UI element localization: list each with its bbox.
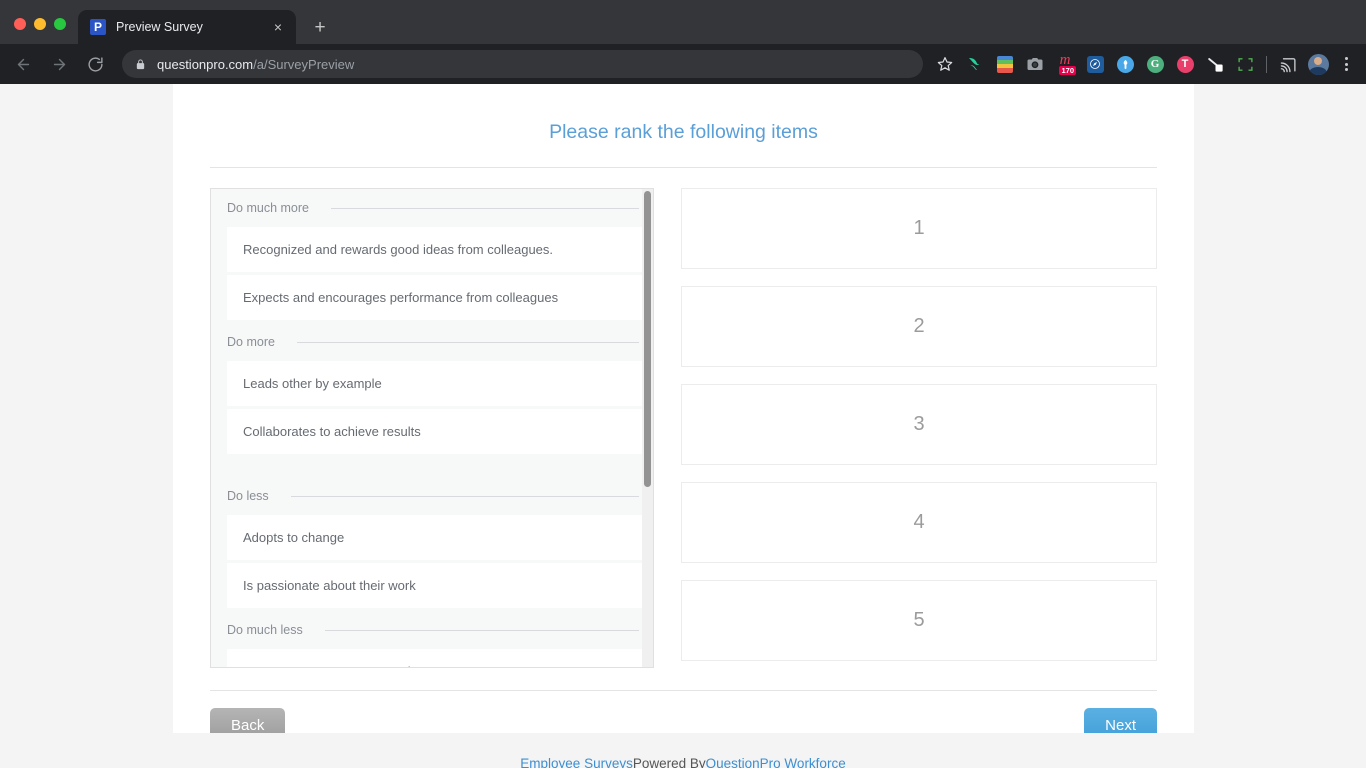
url-text: questionpro.com/a/SurveyPreview: [157, 57, 913, 72]
group-divider: [324, 629, 639, 631]
site-security-lock-icon: [135, 58, 146, 71]
list-item[interactable]: Leads other by example: [227, 361, 645, 406]
new-tab-button[interactable]: +: [306, 13, 334, 41]
group-divider: [290, 495, 639, 497]
pen-annotation-icon[interactable]: [1201, 50, 1229, 78]
books-extension-icon[interactable]: [991, 50, 1019, 78]
bookmark-star-icon[interactable]: [931, 50, 959, 78]
footer-link-employee-surveys[interactable]: Employee Surveys: [520, 756, 633, 768]
rank-slot-5[interactable]: 5: [681, 580, 1157, 661]
minimize-window-button[interactable]: [34, 18, 46, 30]
capture-region-icon[interactable]: [1231, 50, 1259, 78]
back-navigation-icon[interactable]: [8, 49, 38, 79]
rank-slot-1[interactable]: 1: [681, 188, 1157, 269]
rank-slot-2[interactable]: 2: [681, 286, 1157, 367]
toolbar-divider: [1266, 55, 1267, 73]
tab-title: Preview Survey: [116, 20, 203, 34]
evernote-extension-icon[interactable]: [1111, 50, 1139, 78]
url-host: questionpro.com: [157, 56, 254, 72]
group-header: Do less: [211, 457, 653, 512]
forward-navigation-icon[interactable]: [44, 49, 74, 79]
list-item[interactable]: Collaborates to achieve results: [227, 409, 645, 454]
todoist-extension-icon[interactable]: T: [1171, 50, 1199, 78]
extensions-toolbar: m 170 G T: [931, 50, 1358, 78]
grammarly-extension-icon[interactable]: G: [1141, 50, 1169, 78]
page-viewport: Please rank the following items Do much …: [0, 84, 1366, 768]
group-label: Do more: [227, 335, 275, 349]
group-label: Do much less: [227, 623, 303, 637]
footer-link-questionpro-workforce[interactable]: QuestionPro Workforce: [706, 756, 846, 768]
browser-tab[interactable]: P Preview Survey ×: [78, 10, 296, 44]
ranking-area: Do much more Recognized and rewards good…: [210, 188, 1157, 668]
momentum-extension-icon[interactable]: m 170: [1051, 50, 1079, 78]
list-item[interactable]: Adopts to change: [227, 515, 645, 560]
footer-powered-by-text: Powered By: [632, 755, 706, 768]
group-divider: [330, 207, 639, 209]
list-scrollbar[interactable]: [642, 189, 653, 667]
survey-card: Please rank the following items Do much …: [173, 84, 1194, 743]
list-item[interactable]: Focuses on proccess execution: [227, 649, 645, 667]
bottom-divider: [210, 690, 1157, 691]
group-divider: [296, 341, 639, 343]
group-header: Do much less: [211, 611, 653, 646]
rank-slot-3[interactable]: 3: [681, 384, 1157, 465]
screenshot-camera-icon[interactable]: [1021, 50, 1049, 78]
browser-window: P Preview Survey × + questionpro.com/a/S…: [0, 0, 1366, 768]
chrome-menu-icon[interactable]: [1334, 52, 1358, 76]
reload-icon[interactable]: [80, 49, 110, 79]
rank-slot-4[interactable]: 4: [681, 482, 1157, 563]
browser-toolbar: questionpro.com/a/SurveyPreview m 170 G …: [0, 44, 1366, 84]
ranking-drop-zones: 1 2 3 4 5: [681, 188, 1157, 668]
compass-extension-icon[interactable]: [1081, 50, 1109, 78]
close-window-button[interactable]: [14, 18, 26, 30]
tab-favicon-icon: P: [90, 19, 106, 35]
list-item[interactable]: Expects and encourages performance from …: [227, 275, 645, 320]
close-tab-icon[interactable]: ×: [269, 18, 287, 36]
tab-strip: P Preview Survey × +: [0, 0, 1366, 44]
address-bar[interactable]: questionpro.com/a/SurveyPreview: [122, 50, 923, 78]
title-divider: [210, 167, 1157, 168]
list-scrollbar-thumb[interactable]: [644, 191, 651, 487]
page-footer: Employee Surveys Powered By QuestionPro …: [0, 733, 1366, 768]
group-header: Do more: [211, 323, 653, 358]
ranking-source-list-content: Do much more Recognized and rewards good…: [211, 189, 653, 667]
momentum-badge-count: 170: [1059, 66, 1076, 75]
profile-avatar[interactable]: [1304, 50, 1332, 78]
group-label: Do much more: [227, 201, 309, 215]
cast-icon[interactable]: [1274, 50, 1302, 78]
window-traffic-lights: [0, 18, 78, 44]
dashlane-extension-icon[interactable]: [961, 50, 989, 78]
list-item[interactable]: Recognized and rewards good ideas from c…: [227, 227, 645, 272]
group-label: Do less: [227, 489, 269, 503]
group-header: Do much more: [211, 189, 653, 224]
ranking-source-list[interactable]: Do much more Recognized and rewards good…: [210, 188, 654, 668]
page-title: Please rank the following items: [549, 121, 818, 143]
maximize-window-button[interactable]: [54, 18, 66, 30]
url-path: /a/SurveyPreview: [253, 56, 355, 72]
list-item[interactable]: Is passionate about their work: [227, 563, 645, 608]
